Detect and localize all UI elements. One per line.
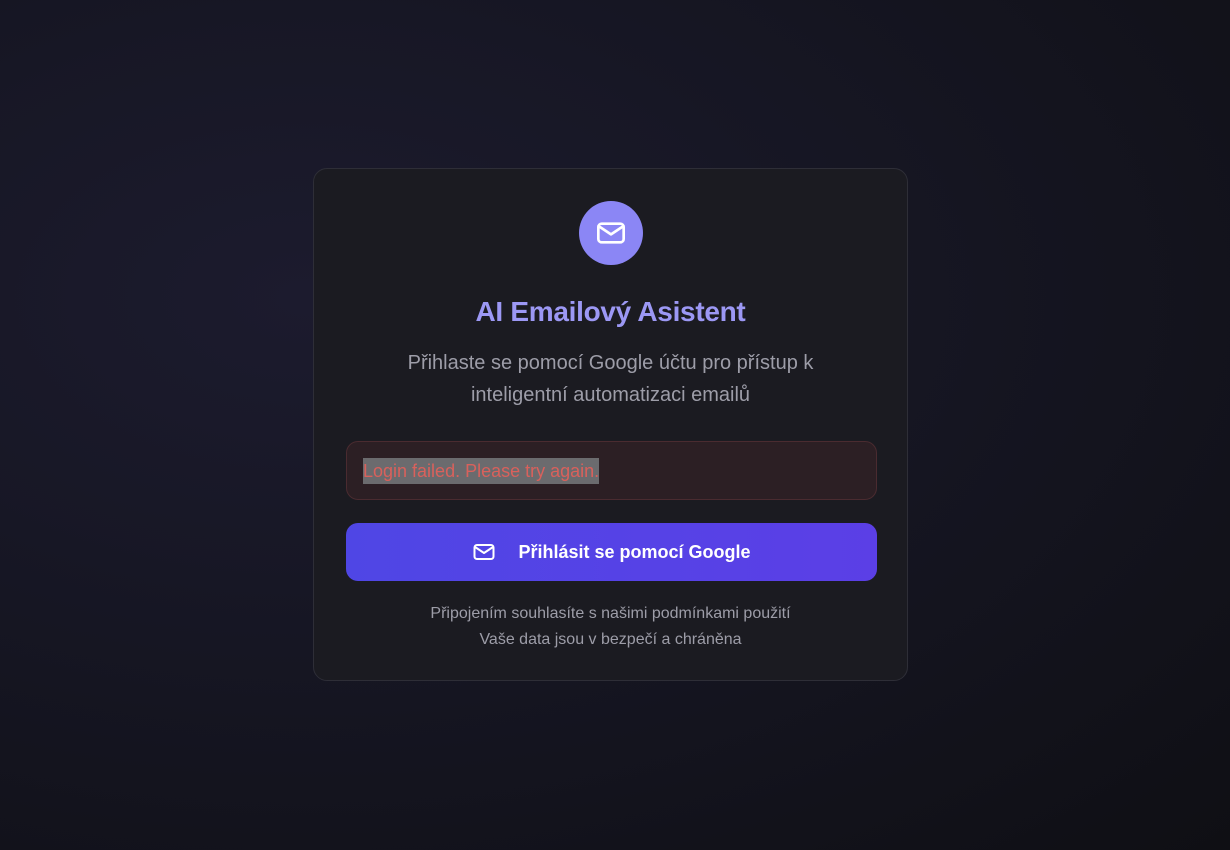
page-title: AI Emailový Asistent [475,296,746,327]
mail-icon [472,540,496,564]
footer-notes: Připojením souhlasíte s našimi podmínkam… [314,601,907,653]
google-login-button[interactable]: Přihlásit se pomocí Google [346,523,877,581]
login-card: AI Emailový Asistent Přihlaste se pomocí… [313,168,908,681]
terms-text: Připojením souhlasíte s našimi podmínkam… [430,605,791,622]
security-text: Vaše data jsou v bezpečí a chráněna [479,631,742,648]
mail-icon [597,222,625,244]
error-alert: Login failed. Please try again. [346,441,877,500]
google-login-button-label: Přihlásit se pomocí Google [518,541,751,562]
error-message: Login failed. Please try again. [363,457,600,484]
login-subtitle: Přihlaste se pomocí Google účtu pro přís… [407,352,814,406]
logo-badge [579,201,643,265]
